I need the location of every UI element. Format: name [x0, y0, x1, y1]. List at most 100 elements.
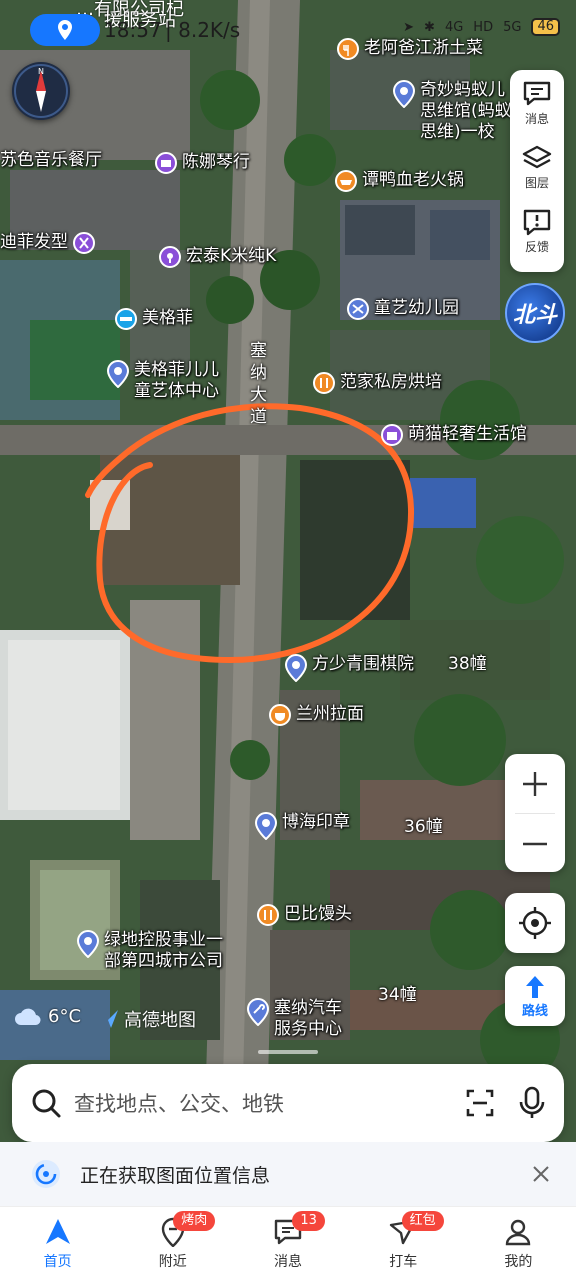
- brand-logo: 高德地图: [98, 1006, 196, 1032]
- poi-label: 萌猫轻奢生活馆: [408, 424, 527, 444]
- poi-label-line2: 思维馆(蚂蚁: [420, 101, 512, 121]
- scan-icon[interactable]: [464, 1087, 496, 1119]
- poi-suse[interactable]: 苏色音乐餐厅: [0, 150, 102, 171]
- layers-icon: [522, 145, 552, 169]
- shop-icon: [381, 424, 403, 446]
- ktv-icon: [159, 246, 181, 268]
- poi-label: 兰州拉面: [296, 704, 364, 724]
- weather-widget[interactable]: 6°C: [14, 1006, 81, 1027]
- poi-label: 绿地控股事业一 部第四城市公司: [104, 930, 223, 972]
- poi-difei[interactable]: 迪菲发型: [0, 232, 96, 258]
- tab-home[interactable]: 首页: [0, 1207, 115, 1280]
- location-service-pill[interactable]: [30, 14, 100, 46]
- tab-nearby[interactable]: 烤肉 附近: [115, 1207, 230, 1280]
- poi-fanjia[interactable]: 范家私房烘培: [312, 372, 442, 398]
- poi-label: 苏色音乐餐厅: [0, 150, 102, 170]
- poi-label-line1: 塞纳汽车: [274, 998, 342, 1018]
- close-icon[interactable]: [532, 1165, 550, 1183]
- poi-label-line3: 思维)一校: [420, 122, 495, 142]
- restaurant-icon: [269, 704, 291, 726]
- poi-bohai[interactable]: 博海印章: [254, 812, 350, 840]
- route-button[interactable]: 路线: [505, 966, 565, 1026]
- poi-label-line1: 美格菲儿儿: [134, 360, 219, 380]
- amap-logo-icon: [100, 1010, 118, 1028]
- bluetooth-icon: ✱: [424, 19, 435, 35]
- brand-name: 高德地图: [124, 1010, 196, 1031]
- restaurant-icon: [257, 904, 279, 926]
- poi-label: 迪菲发型: [0, 232, 68, 252]
- poi-meigefei[interactable]: 美格菲: [114, 308, 193, 334]
- location-pin-icon: [58, 20, 72, 40]
- location-pin-icon: [392, 80, 416, 108]
- poi-lvdi[interactable]: 绿地控股事业一 部第四城市公司: [76, 930, 223, 972]
- poi-label: 美格菲: [142, 308, 193, 328]
- restaurant-icon: [335, 170, 357, 192]
- zoom-in-button[interactable]: [505, 754, 565, 813]
- poi-label: 方少青围棋院: [312, 654, 414, 674]
- poi-label: 童艺幼儿园: [374, 298, 459, 318]
- tool-message[interactable]: 消息: [522, 80, 552, 144]
- bottom-tab-bar: 首页 烤肉 附近 13 消息 红包 打车 我的: [0, 1206, 576, 1280]
- poi-chenna[interactable]: 陈娜琴行: [154, 152, 250, 178]
- road-name-label: 塞纳大道: [250, 341, 267, 427]
- beidou-button[interactable]: 北斗: [505, 283, 565, 343]
- poi-qimiao[interactable]: 奇妙蚂蚁儿 思维馆(蚂蚁 思维)一校: [392, 80, 512, 143]
- tab-taxi[interactable]: 红包 打车: [346, 1207, 461, 1280]
- battery-indicator: 46: [531, 18, 560, 36]
- tab-messages[interactable]: 13 消息: [230, 1207, 345, 1280]
- search-bar[interactable]: 查找地点、公交、地铁: [12, 1064, 564, 1142]
- poi-label: 奇妙蚂蚁儿 思维馆(蚂蚁 思维)一校: [420, 80, 512, 143]
- compass-icon: N: [14, 64, 68, 118]
- nfc-icon: ➤: [403, 19, 415, 35]
- tab-label: 打车: [389, 1253, 418, 1270]
- locate-me-button[interactable]: [505, 893, 565, 953]
- poi-tanyaxue[interactable]: 谭鸭血老火锅: [334, 170, 464, 196]
- status-icons: ➤ ✱ 4G HD 5G 46: [403, 18, 560, 36]
- zoom-control: [505, 754, 565, 872]
- poi-fangshao[interactable]: 方少青围棋院: [284, 654, 414, 682]
- poi-meigefei-children[interactable]: 美格菲儿儿 童艺体中心: [106, 360, 219, 402]
- poi-mengmao[interactable]: 萌猫轻奢生活馆: [380, 424, 527, 450]
- location-pin-icon: [76, 930, 100, 958]
- restaurant-icon: [313, 372, 335, 394]
- tool-message-label: 消息: [524, 112, 549, 126]
- poi-label: 塞纳汽车 服务中心: [274, 998, 342, 1040]
- sheet-drag-handle[interactable]: [258, 1050, 318, 1054]
- poi-lanzhou[interactable]: 兰州拉面: [268, 704, 364, 730]
- poi-babi[interactable]: 巴比馒头: [256, 904, 352, 930]
- poi-saina-auto[interactable]: 塞纳汽车 服务中心: [246, 998, 342, 1040]
- compass-button[interactable]: N: [12, 62, 70, 120]
- search-input[interactable]: 查找地点、公交、地铁: [74, 1088, 464, 1118]
- message-icon: [523, 81, 551, 106]
- poi-label: 博海印章: [282, 812, 350, 832]
- poi-label: 宏泰K米纯K: [186, 246, 277, 266]
- route-arrow-icon: [526, 975, 544, 998]
- poi-tongyi[interactable]: 童艺幼儿园: [346, 298, 459, 324]
- tab-profile[interactable]: 我的: [461, 1207, 576, 1280]
- tool-layers[interactable]: 图层: [522, 144, 552, 208]
- tool-feedback[interactable]: 反馈: [522, 208, 552, 272]
- location-info-bar: 正在获取图面位置信息: [0, 1142, 576, 1206]
- poi-label-line1: 奇妙蚂蚁儿: [420, 80, 505, 100]
- location-pin-icon: [284, 654, 308, 682]
- signal-label-hd: HD: [473, 19, 494, 35]
- tool-feedback-label: 反馈: [524, 240, 549, 254]
- tab-label: 首页: [43, 1253, 72, 1270]
- weather-temp: 6°C: [48, 1006, 82, 1027]
- poi-label: 陈娜琴行: [182, 152, 250, 172]
- tab-badge: 13: [292, 1211, 325, 1231]
- tool-layers-label: 图层: [524, 176, 549, 190]
- plus-icon: [523, 771, 547, 796]
- tab-badge: 红包: [401, 1211, 444, 1231]
- feedback-icon: [523, 209, 551, 236]
- loading-location-icon: [32, 1160, 60, 1188]
- zoom-out-button[interactable]: [505, 814, 565, 873]
- poi-label: 谭鸭血老火锅: [362, 170, 464, 190]
- network-speed: | 8.2K/s: [165, 18, 241, 42]
- signal-label-4g: 4G: [444, 19, 464, 35]
- status-bar: 18:57 | 8.2K/s ➤ ✱ 4G HD 5G 46: [0, 0, 576, 58]
- microphone-icon[interactable]: [518, 1086, 546, 1120]
- poi-label-line2: 服务中心: [274, 1019, 342, 1039]
- poi-hongtai[interactable]: 宏泰K米纯K: [158, 246, 276, 272]
- scissors-icon: [73, 232, 95, 254]
